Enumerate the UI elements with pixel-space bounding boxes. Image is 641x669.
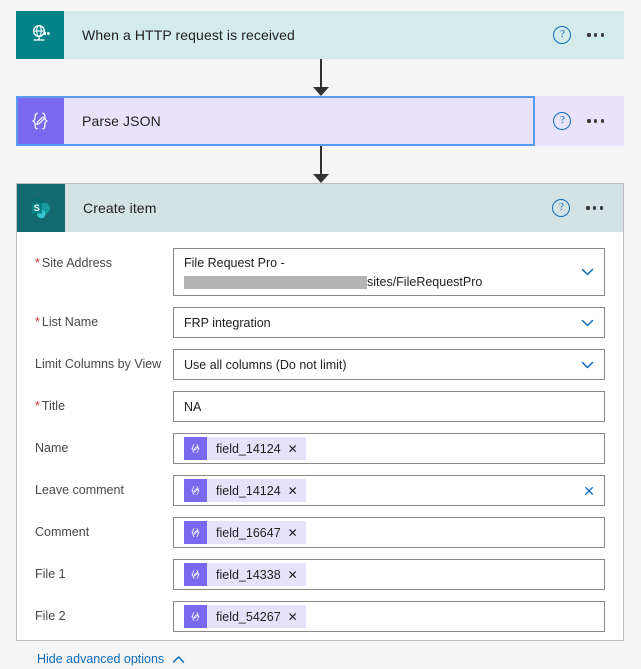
form-row: * Site Address File Request Pro - sites/F… (35, 248, 605, 296)
token-label: field_16647 (216, 525, 281, 540)
connector-arrow-1 (313, 59, 329, 96)
flow-card-create-item[interactable]: S Create item ? * Site Address File Reque… (16, 183, 624, 666)
comment-input[interactable]: field_16647 ✕ (173, 517, 605, 548)
chevron-down-icon[interactable] (581, 266, 594, 279)
token-label: field_14124 (216, 483, 281, 498)
required-asterisk: * (35, 399, 40, 413)
title-value: NA (184, 399, 202, 414)
card-actions: ? (553, 11, 624, 59)
card-header[interactable]: Parse JSON ? (16, 96, 624, 146)
site-address-line-2: sites/FileRequestPro (184, 274, 594, 290)
http-globe-icon (16, 11, 64, 59)
card-actions: ? (552, 184, 623, 232)
clear-field-icon[interactable]: ✕ (583, 484, 595, 498)
title-input[interactable]: NA (173, 391, 605, 422)
field-label-limit-columns-by-view: Limit Columns by View (35, 357, 162, 371)
field-label-name: Name (35, 441, 69, 455)
flow-card-trigger[interactable]: When a HTTP request is received ? (16, 11, 624, 59)
dynamic-content-token[interactable]: field_54267 ✕ (184, 605, 306, 628)
connector-arrow-2 (313, 146, 329, 183)
field-label-file-1: File 1 (35, 567, 66, 581)
form-row: Comment field_16647 ✕ (35, 517, 605, 548)
help-icon[interactable]: ? (553, 112, 572, 130)
site-address-input[interactable]: File Request Pro - sites/FileRequestPro (173, 248, 605, 296)
field-label-site-address: * Site Address (35, 256, 113, 270)
list-name-value: FRP integration (184, 315, 271, 330)
chevron-down-icon[interactable] (581, 358, 594, 371)
token-remove-icon[interactable]: ✕ (288, 485, 306, 497)
token-remove-icon[interactable]: ✕ (288, 611, 306, 623)
required-asterisk: * (35, 256, 40, 270)
file-2-input[interactable]: field_54267 ✕ (173, 601, 605, 632)
limit-columns-by-view-input[interactable]: Use all columns (Do not limit) (173, 349, 605, 380)
parse-json-braces-icon (184, 437, 207, 460)
token-label: field_54267 (216, 609, 281, 624)
card-header[interactable]: S Create item ? (17, 184, 623, 232)
hide-advanced-options-link[interactable]: Hide advanced options (35, 643, 605, 666)
token-remove-icon[interactable]: ✕ (288, 569, 306, 581)
leave-comment-input[interactable]: field_14124 ✕ ✕ (173, 475, 605, 506)
create-item-form: * Site Address File Request Pro - sites/F… (17, 232, 623, 666)
hide-advanced-options-label: Hide advanced options (37, 652, 165, 666)
form-row: Name field_14124 ✕ (35, 433, 605, 464)
file-1-input[interactable]: field_14338 ✕ (173, 559, 605, 590)
form-row: File 1 field_14338 ✕ (35, 559, 605, 590)
parse-json-braces-icon (184, 563, 207, 586)
form-row: Leave comment field_14124 ✕ ✕ (35, 475, 605, 506)
flow-card-parse-json[interactable]: Parse JSON ? (16, 96, 624, 146)
field-label-list-name: * List Name (35, 315, 99, 329)
form-row: * List Name FRP integration (35, 307, 605, 338)
form-row: File 2 field_54267 ✕ (35, 601, 605, 632)
redacted-bar (184, 275, 367, 289)
parse-json-braces-icon (16, 96, 64, 146)
field-label-file-2: File 2 (35, 609, 66, 623)
parse-json-braces-icon (184, 605, 207, 628)
token-label: field_14124 (216, 441, 281, 456)
field-label-leave-comment: Leave comment (35, 483, 124, 497)
required-asterisk: * (35, 315, 40, 329)
more-commands-icon[interactable] (585, 29, 606, 40)
parse-json-braces-icon (184, 521, 207, 544)
site-address-suffix: sites/FileRequestPro (367, 275, 483, 289)
chevron-up-icon (172, 653, 185, 666)
help-icon[interactable]: ? (553, 26, 572, 44)
dynamic-content-token[interactable]: field_14124 ✕ (184, 437, 306, 460)
svg-text:S: S (33, 203, 39, 213)
parse-json-braces-icon (184, 479, 207, 502)
site-address-line-1: File Request Pro - (184, 256, 285, 270)
token-remove-icon[interactable]: ✕ (288, 443, 306, 455)
flow-designer-canvas: When a HTTP request is received ? Parse … (0, 0, 641, 666)
list-name-input[interactable]: FRP integration (173, 307, 605, 338)
name-input[interactable]: field_14124 ✕ (173, 433, 605, 464)
form-row: Limit Columns by View Use all columns (D… (35, 349, 605, 380)
dynamic-content-token[interactable]: field_14338 ✕ (184, 563, 306, 586)
field-label-title: * Title (35, 399, 66, 413)
card-title: Parse JSON (82, 113, 161, 129)
dynamic-content-token[interactable]: field_14124 ✕ (184, 479, 306, 502)
card-actions: ? (553, 96, 624, 146)
card-title: Create item (83, 200, 157, 216)
token-remove-icon[interactable]: ✕ (288, 527, 306, 539)
more-commands-icon[interactable] (584, 202, 605, 213)
field-label-comment: Comment (35, 525, 90, 539)
card-header[interactable]: When a HTTP request is received ? (16, 11, 624, 59)
sharepoint-icon: S (17, 184, 65, 232)
form-row: * Title NA (35, 391, 605, 422)
dynamic-content-token[interactable]: field_16647 ✕ (184, 521, 306, 544)
help-icon[interactable]: ? (552, 199, 571, 217)
token-label: field_14338 (216, 567, 281, 582)
limit-columns-value: Use all columns (Do not limit) (184, 357, 347, 372)
more-commands-icon[interactable] (585, 115, 606, 126)
card-title: When a HTTP request is received (82, 27, 295, 43)
chevron-down-icon[interactable] (581, 316, 594, 329)
